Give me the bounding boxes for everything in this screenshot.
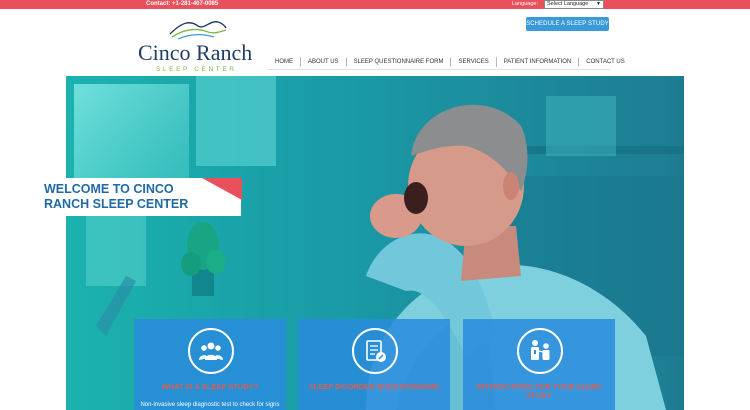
logo[interactable]: Cinco Ranch SLEEP CENTER xyxy=(138,16,253,76)
nav-item-contact-us[interactable]: CONTACT US xyxy=(579,57,624,67)
language-select[interactable]: Select Language ▼ xyxy=(544,0,604,9)
card-title: WHAT IS A SLEEP STUDY? xyxy=(161,382,259,391)
card-description: Non-invasive sleep diagnostic test to ch… xyxy=(140,402,280,408)
welcome-heading: WELCOME TO CINCO RANCH SLEEP CENTER xyxy=(44,182,189,211)
plant-decoration xyxy=(181,222,226,296)
card-title: SLEEP DISORDER QUESTIONNAIRE xyxy=(308,382,440,391)
nav-item-services[interactable]: SERVICES xyxy=(451,57,497,67)
main-nav: HOME ABOUT US SLEEP QUESTIONNAIRE FORM S… xyxy=(268,56,625,68)
card-what-is-sleep-study[interactable]: WHAT IS A SLEEP STUDY? Non-invasive slee… xyxy=(134,319,286,410)
nav-item-patient-information[interactable]: PATIENT INFORMATION xyxy=(497,57,580,67)
doctor-patient-icon xyxy=(517,328,563,374)
logo-name: Cinco Ranch xyxy=(138,40,253,65)
card-sleep-disorder-questionnaire[interactable]: SLEEP DISORDER QUESTIONNAIRE xyxy=(298,319,450,410)
nav-item-about-us[interactable]: ABOUT US xyxy=(301,57,347,67)
card-title: INSTRUCTIONS FOR YOUR SLEEP STUDY xyxy=(476,382,602,400)
schedule-sleep-study-button[interactable]: SCHEDULE A SLEEP STUDY xyxy=(526,17,609,31)
contact-phone[interactable]: Contact: +1-281-407-0085 xyxy=(146,1,218,8)
nav-item-home[interactable]: HOME xyxy=(268,57,301,67)
mountain-logo-icon xyxy=(169,21,227,40)
chevron-down-icon: ▼ xyxy=(596,1,601,7)
logo-subtitle: SLEEP CENTER xyxy=(156,66,237,73)
form-icon xyxy=(352,328,398,374)
language-label: Language: xyxy=(512,1,538,7)
language-select-value: Select Language xyxy=(547,1,589,7)
card-instructions-sleep-study[interactable]: INSTRUCTIONS FOR YOUR SLEEP STUDY xyxy=(463,319,615,410)
nav-item-sleep-questionnaire[interactable]: SLEEP QUESTIONNAIRE FORM xyxy=(347,57,452,67)
nav-divider xyxy=(268,69,610,70)
group-icon xyxy=(188,328,234,374)
top-bar xyxy=(0,0,750,9)
